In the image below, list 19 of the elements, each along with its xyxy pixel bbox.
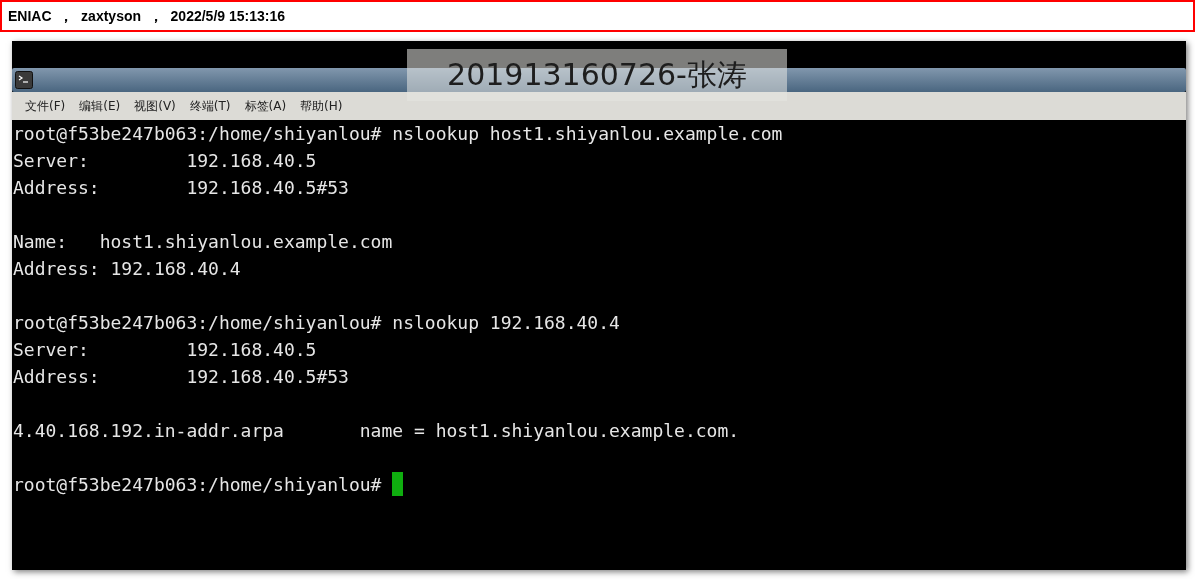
menu-item[interactable]: 视图(V)	[127, 97, 183, 115]
terminal-line: Name: host1.shiyanlou.example.com	[13, 230, 394, 254]
terminal-icon[interactable]	[15, 71, 33, 89]
terminal-line: Address: 192.168.40.5#53	[13, 176, 350, 200]
header-text: ENIAC ， zaxtyson ， 2022/5/9 15:13:16	[8, 8, 285, 24]
terminal-line: root@f53be247b063:/home/shiyanlou# nslookup host1.shiyanlou.example.com	[13, 122, 784, 146]
menu-item[interactable]: 帮助(H)	[293, 97, 350, 115]
terminal-prompt: root@f53be247b063:/home/shiyanlou#	[13, 474, 383, 495]
terminal-line: Address: 192.168.40.5#53	[13, 365, 350, 389]
menu-item[interactable]: 终端(T)	[182, 97, 238, 115]
menu-item[interactable]: 文件(F)	[18, 97, 73, 115]
terminal-line: Server: 192.168.40.5	[13, 149, 318, 173]
terminal-line: 4.40.168.192.in-addr.arpa name = host1.shiyanlou.example.com.	[13, 419, 741, 443]
menu-item[interactable]: 编辑(E)	[72, 97, 128, 115]
menu-item[interactable]: 标签(A)	[237, 97, 294, 115]
terminal-line: Server: 192.168.40.5	[13, 338, 318, 362]
student-label: 201913160726-张涛	[447, 55, 747, 94]
terminal-line: root@f53be247b063:/home/shiyanlou# nslookup 192.168.40.4	[13, 311, 621, 335]
terminal-line: Address: 192.168.40.4	[13, 257, 242, 281]
